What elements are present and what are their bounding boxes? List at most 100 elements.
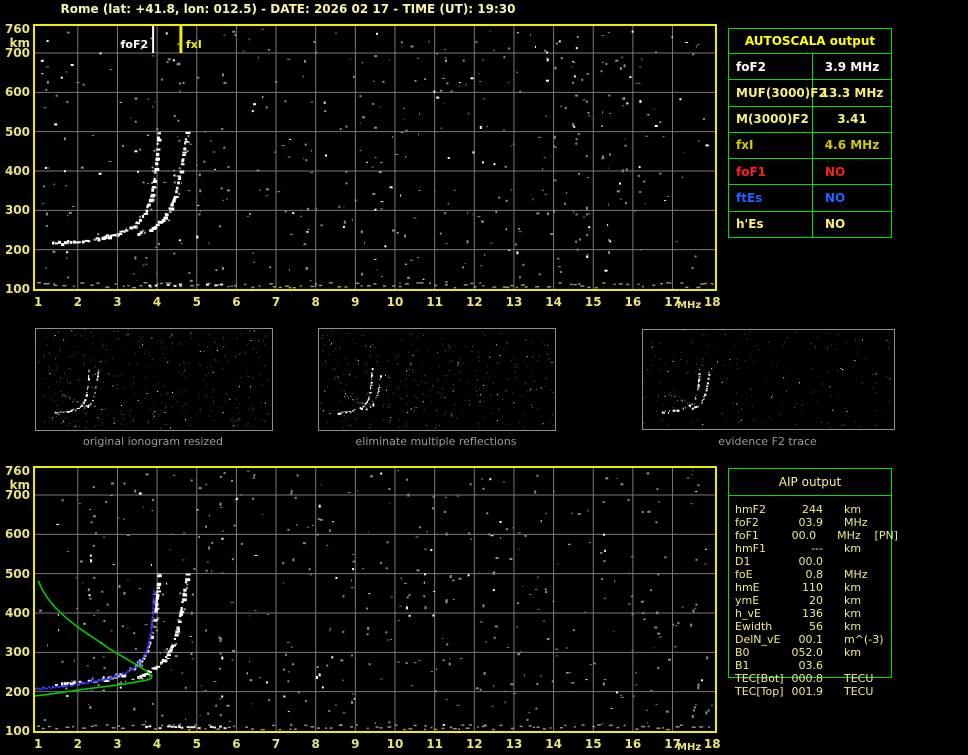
y-tick-label: 500 [4,566,30,581]
x-tick-label: 18 [703,737,721,751]
autoscala-row: foF1 NO [729,159,891,186]
y-tick-label: 400 [4,606,30,620]
aip-row-value: 0.8 [805,568,824,581]
aip-row-value: 03.9 [798,516,824,529]
aip-row-unit: TECU [844,672,874,685]
x-tick-label: 4 [152,295,162,309]
thumbnail-eliminate-reflections [318,328,556,431]
aip-row-unit: km [844,646,862,659]
x-tick-label: 10 [386,295,404,309]
aip-row-label: foF1 [735,529,759,542]
x-tick-label: 2 [73,737,82,751]
aip-row-unit: MHz [844,568,868,581]
y-axis-unit: km [9,478,30,493]
aip-row: D1 00.0 [728,555,898,568]
aip-table-header: AIP output [729,469,891,496]
aip-row: foE 0.8 MHz [728,568,898,581]
y-tick-label: 100 [4,282,30,296]
autoscala-row-value: 4.6 MHz [824,138,880,153]
aip-row: B0 052.0 km [728,646,898,659]
y-tick-label: 300 [4,645,30,660]
y-tick-label: 760 [4,464,30,479]
autoscala-row-value: NO [825,164,846,179]
aip-row: Ewidth 56 km [728,620,898,633]
autoscala-row: fxI 4.6 MHz [729,132,891,160]
aip-row-label: D1 [735,555,751,568]
y-tick-label: 200 [4,242,30,257]
ionogram-plot-bottom [33,466,717,733]
x-tick-label: 12 [465,295,483,309]
x-tick-label: 14 [545,737,562,751]
aip-row-value: 00.1 [798,633,824,646]
ionogram_bottom-svg [33,466,717,733]
thumbnail-caption: evidence F2 trace [718,435,817,448]
aip-row-value: 00.0 [791,529,817,542]
thumbnail-original-ionogram [35,328,273,431]
aip-row: h_vE 136 km [728,607,898,620]
autoscala-row-label: ftEs [729,185,813,211]
x-tick-label: 1 [33,737,43,751]
x-tick-label: 3 [113,295,122,309]
autoscala-row-label: M(3000)F2 [729,106,813,132]
thumbnail-caption: original ionogram resized [83,435,223,448]
aip-row-unit: MHz [844,516,868,529]
aip-row-label: TEC[Top] [735,685,784,698]
x-tick-label: 3 [113,737,122,751]
foF2-marker-label: foF2 [121,38,149,51]
autoscala-row: h'Es NO [729,211,891,237]
aip-row-value: 56 [809,620,823,633]
thumbnail-svg [36,329,272,430]
aip-row: TEC[Top] 001.9 TECU [728,685,898,698]
x-tick-label: 2 [73,295,82,309]
autoscala-row-value: 13.3 MHz [820,85,884,100]
x-tick-label: 13 [505,737,523,751]
autoscala-row-label: MUF(3000)F2 [729,80,827,106]
autoscala-row-label: h'Es [729,211,813,237]
autoscala-row-label: foF1 [729,159,813,185]
aip-row-label: ymE [735,594,760,607]
x-tick-label: 7 [271,737,281,751]
aip-row-value: 000.8 [791,672,824,685]
aip-row-value: 110 [802,581,823,594]
y-tick-label: 600 [4,527,30,542]
autoscala-table-header: AUTOSCALA output [729,29,891,54]
x-tick-label: 13 [505,295,523,309]
aip-row-label: hmF1 [735,542,767,555]
aip-row: foF2 03.9 MHz [728,516,898,529]
x-tick-label: 9 [351,737,360,751]
aip-row-label: foE [735,568,753,581]
aip-row: hmF2 244 km [728,503,898,516]
aip-row-label: foF2 [735,516,759,529]
aip-row-unit: TECU [844,685,874,698]
x-tick-label: 6 [232,737,241,751]
aip-row-label: B1 [735,659,750,672]
aip-row-label: TEC[Bot] [735,672,784,685]
x-axis-unit: MHz [677,742,702,753]
ionogram_top-svg: foF2 fxI [33,24,717,291]
autoscala-row-value: 3.41 [837,112,867,127]
x-tick-label: 15 [584,295,602,309]
autoscala-row: MUF(3000)F2 13.3 MHz [729,80,891,107]
x-tick-label: 11 [426,737,443,751]
x-tick-label: 10 [386,737,404,751]
x-tick-label: 7 [271,295,281,309]
autoscala-row: M(3000)F2 3.41 [729,106,891,133]
thumbnail-svg [643,330,894,429]
aip-row-value: 001.9 [791,685,824,698]
aip-row-value: 03.6 [798,659,824,672]
aip-row-label: h_vE [735,607,761,620]
x-axis-unit: MHz [677,300,702,311]
station-title: Rome (lat: +41.8, lon: 012.5) - DATE: 20… [60,2,516,16]
x-tick-label: 6 [232,295,241,309]
aip-row-value: 244 [802,503,823,516]
aip-row-unit [844,555,878,568]
autoscala-row-label: foF2 [729,54,813,80]
fxI-marker-label: fxI [186,38,202,51]
aip-row: foF1 00.0 MHz [PN] [728,529,898,542]
aip-row-label: hmF2 [735,503,767,516]
aip-row: hmF1 --- km [728,542,898,555]
x-tick-label: 15 [584,737,602,751]
y-tick-label: 500 [4,124,30,139]
autoscala-output-table: AUTOSCALA output foF2 3.9 MHz MUF(3000)F2 1… [728,28,892,238]
x-tick-label: 5 [192,737,201,751]
